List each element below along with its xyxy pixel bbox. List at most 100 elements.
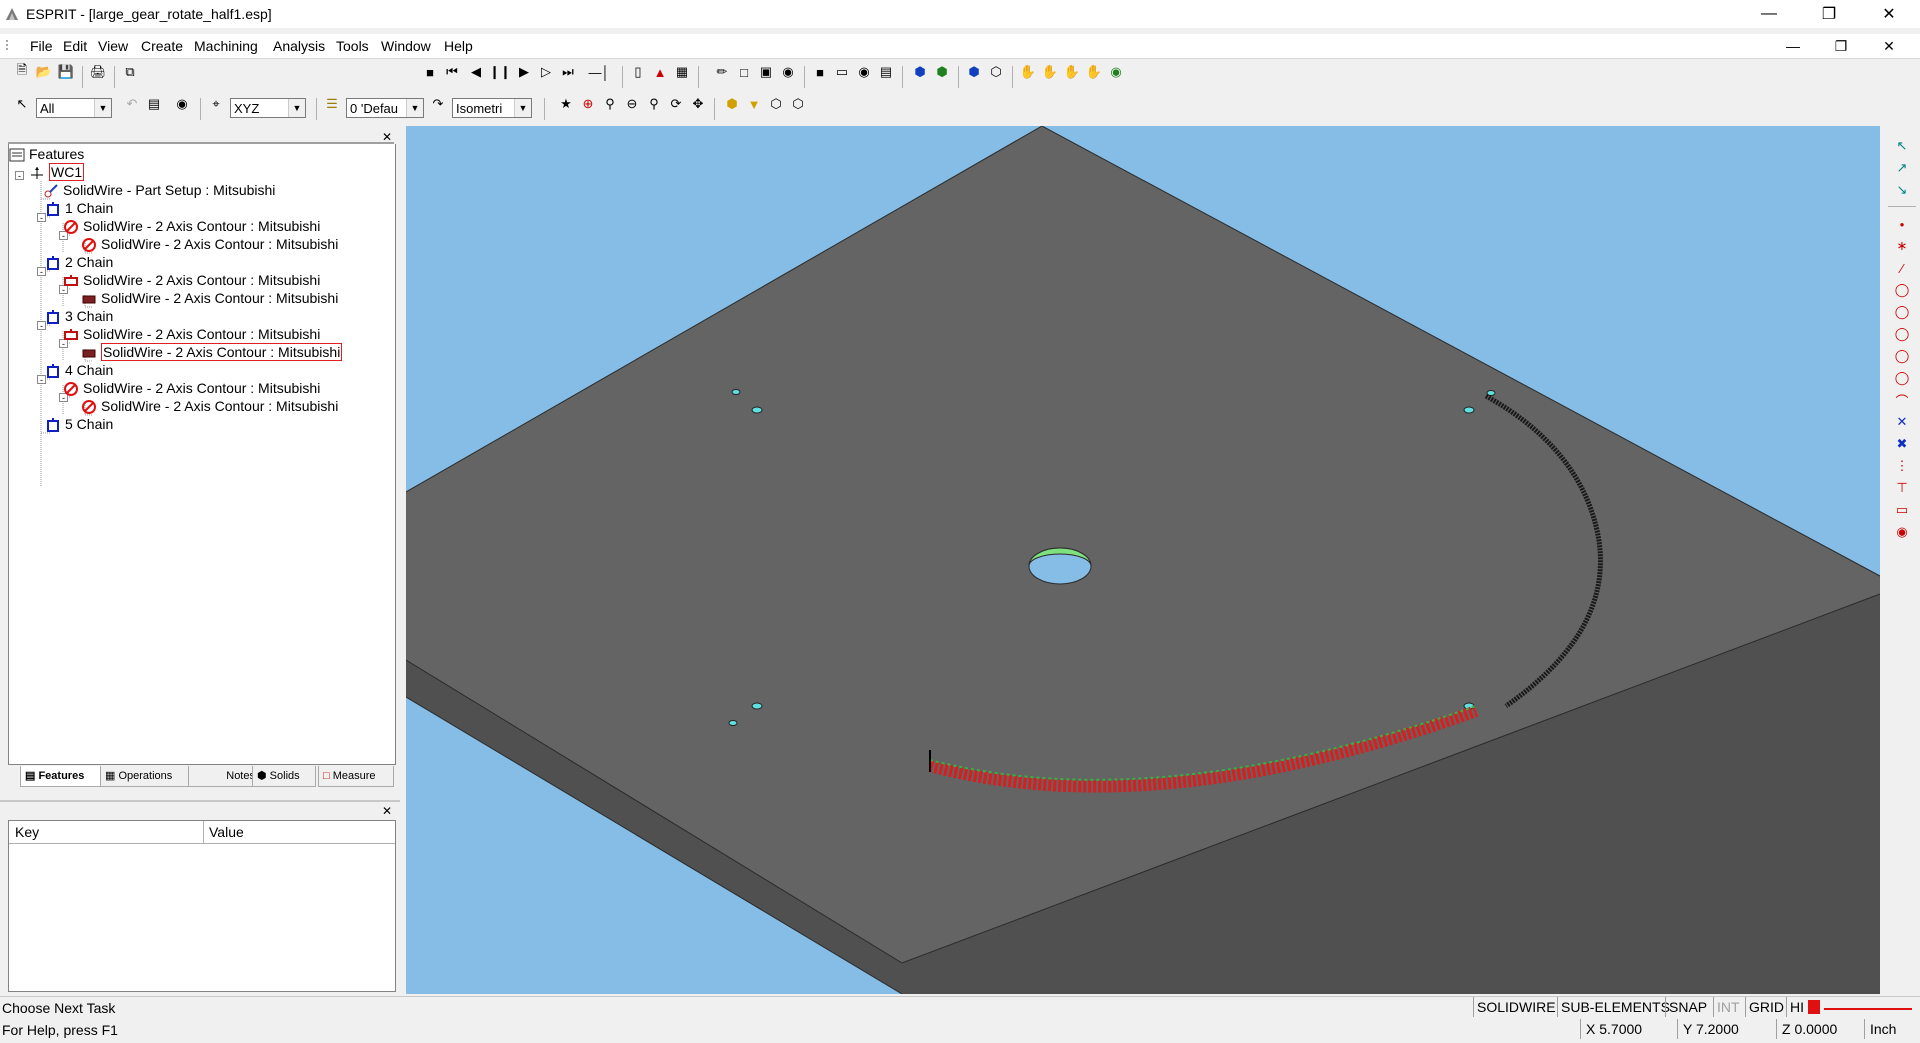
hand-icon-2[interactable]: ✋ [1040,62,1060,82]
play-icon[interactable]: ▶ [514,62,534,82]
tree-item-chain-5[interactable]: 5 Chain [45,414,113,434]
point-pattern-icon[interactable]: ∗ [1892,236,1912,256]
work-plane-icon[interactable]: ⌖ [206,94,226,114]
render-icon[interactable]: ◉ [778,62,798,82]
pause-icon[interactable]: ❙❙ [489,62,511,82]
tree-item-chain-1[interactable]: 1 Chain [45,198,113,218]
tree-item-contour-4a[interactable]: SolidWire - 2 Axis Contour : Mitsubishi [63,378,320,398]
tree-item-chain-3[interactable]: 3 Chain [45,306,113,326]
fast-forward-icon[interactable]: ⏭ [558,62,578,82]
view-mode-combo[interactable]: Isometri ▼ [452,98,532,118]
tree-item-contour-4b[interactable]: SolidWire - 2 Axis Contour : Mitsubishi [81,396,338,416]
hidden-line-icon[interactable]: □ [734,62,754,82]
move-icon[interactable]: ✥ [688,94,708,114]
menu-tools[interactable]: Tools [336,38,369,54]
stop-icon[interactable]: ■ [420,62,440,82]
wireframe-icon[interactable]: ✏ [712,62,732,82]
hand-icon-1[interactable]: ✋ [1018,62,1038,82]
stl-icon[interactable]: ⬢ [964,62,984,82]
simulation-settings-icon[interactable]: ▦ [672,62,692,82]
snap-grid-icon[interactable]: ↘ [1892,180,1912,200]
tree-item-contour-1b[interactable]: SolidWire - 2 Axis Contour : Mitsubishi [81,234,338,254]
extend-icon[interactable]: ✖ [1892,434,1912,454]
rotate-icon[interactable]: ⟳ [666,94,686,114]
print-icon[interactable]: 🖨 [88,62,108,82]
solid-blue-icon[interactable]: ⬢ [910,62,930,82]
key-column-header[interactable]: Key [15,824,39,840]
tree-item-chain-4[interactable]: 4 Chain [45,360,113,380]
tree-item-wc1[interactable]: WC1 [29,162,85,182]
menu-view[interactable]: View [98,38,128,54]
indicator-hi[interactable]: HI [1786,997,1807,1017]
chevron-down-icon[interactable]: ▼ [288,99,305,117]
menu-analysis[interactable]: Analysis [273,38,325,54]
menu-help[interactable]: Help [444,38,473,54]
circle-icon[interactable]: ◯ [1892,280,1912,300]
stl-compare-icon[interactable]: ⬡ [986,62,1006,82]
simulation-speed-slider[interactable]: —│ [584,62,614,82]
plane-combo[interactable]: XYZ ▼ [230,98,306,118]
tree-item-contour-3a[interactable]: SolidWire - 2 Axis Contour : Mitsubishi [63,324,320,344]
properties-close-icon[interactable]: ✕ [382,804,392,818]
stock-icon[interactable]: ■ [810,62,830,82]
tree-item-part-setup[interactable]: SolidWire - Part Setup : Mitsubishi [43,180,275,200]
pan-icon[interactable]: ★ [556,94,576,114]
record-icon[interactable]: ◉ [172,94,192,114]
hand-icon-4[interactable]: ✋ [1084,62,1104,82]
tab-operations[interactable]: ▦ Operations [100,766,196,787]
shade-icon-1[interactable]: ⬢ [722,94,742,114]
pattern-icon[interactable]: ⋮ [1892,456,1912,476]
chevron-down-icon[interactable]: ▼ [94,99,111,117]
chevron-down-icon[interactable]: ▼ [514,99,531,117]
menu-file[interactable]: File [30,38,53,54]
tree-root-features[interactable]: Features [9,144,84,164]
menu-edit[interactable]: Edit [63,38,87,54]
arc-icon[interactable]: ⌒ [1892,390,1912,410]
wire-cube-icon[interactable]: ⬡ [766,94,786,114]
tree-item-contour-3b-selected[interactable]: SolidWire - 2 Axis Contour : Mitsubishi [81,342,343,362]
mdi-restore-button[interactable]: ❐ [1826,36,1856,56]
line-icon[interactable]: ∕ [1892,258,1912,278]
disk-icon[interactable]: ◉ [854,62,874,82]
tree-item-contour-2b[interactable]: SolidWire - 2 Axis Contour : Mitsubishi [81,288,338,308]
graphics-viewport[interactable] [406,126,1880,994]
tab-measure[interactable]: □ Measure [318,766,394,787]
indicator-sub-elements[interactable]: SUB-ELEMENTS [1557,997,1673,1017]
circle-tangent-icon[interactable]: ◯ [1892,346,1912,366]
indicator-snap[interactable]: SNAP [1665,997,1710,1017]
dimension-icon[interactable]: ⊤ [1892,478,1912,498]
paste-icon[interactable]: ▤ [144,94,164,114]
tab-notes[interactable]: Notes [188,766,260,787]
menu-machining[interactable]: Machining [194,38,258,54]
shaded-icon[interactable]: ▣ [756,62,776,82]
minimize-button[interactable]: — [1746,0,1792,28]
point-icon[interactable]: ● [1892,214,1912,234]
selection-filter-combo[interactable]: All ▼ [36,98,112,118]
close-button[interactable]: ✕ [1866,0,1912,28]
copy-icon[interactable]: ⧉ [120,62,140,82]
shade-icon-2[interactable]: ▼ [744,94,764,114]
layer-combo[interactable]: 0 'Defau ▼ [346,98,424,118]
mdi-minimize-button[interactable]: — [1778,36,1808,56]
tab-solids[interactable]: ⬢ Solids [252,766,316,787]
snap-point-icon[interactable]: ↗ [1892,158,1912,178]
mdi-close-button[interactable]: ✕ [1874,36,1904,56]
tab-features[interactable]: ▤ Features [20,766,102,787]
tree-item-contour-2a[interactable]: SolidWire - 2 Axis Contour : Mitsubishi [63,270,320,290]
save-icon[interactable]: 💾 [56,62,76,82]
properties-pane[interactable]: Key Value [8,820,396,992]
print-preview-icon[interactable]: ▤ [876,62,896,82]
color-swatch[interactable] [1808,1000,1820,1014]
line-style-indicator[interactable] [1822,1000,1914,1014]
zoom-in-icon[interactable]: ⊕ [578,94,598,114]
simulation-tool-icon[interactable]: ▲ [650,62,670,82]
expand-toggle[interactable]: - [15,171,24,181]
circle-3pt-icon[interactable]: ◯ [1892,324,1912,344]
zoom-window-icon[interactable]: ⚲ [644,94,664,114]
trim-icon[interactable]: ✕ [1892,412,1912,432]
zoom-out-icon[interactable]: ⊖ [622,94,642,114]
snap-icon[interactable]: ↖ [1892,136,1912,156]
new-file-icon[interactable]: 🗎 [12,62,32,82]
step-forward-icon[interactable]: ▷ [536,62,556,82]
circle-offset-icon[interactable]: ◯ [1892,368,1912,388]
